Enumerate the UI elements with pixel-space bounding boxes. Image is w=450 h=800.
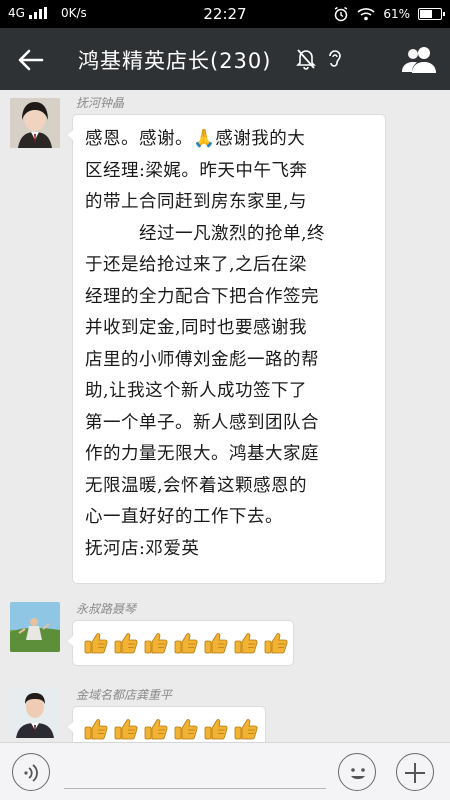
- message-bubble[interactable]: [66, 706, 266, 742]
- message-line: 作的力量无限大。鸿基大家庭: [85, 444, 319, 464]
- sender-name: 永叔路聂琴: [76, 602, 137, 616]
- battery-fill: [420, 10, 433, 18]
- message-input[interactable]: [64, 755, 326, 789]
- message-line: 经理的全力配合下把合作签完: [85, 286, 319, 307]
- thumbs-up-icon: [113, 716, 139, 742]
- avatar[interactable]: [10, 602, 60, 652]
- chat-title: 鸿基精英店长(230): [78, 49, 272, 73]
- battery-icon: [418, 8, 445, 20]
- chat-header: 鸿基精英店长(230): [0, 28, 450, 90]
- message-line: 的带上合同赶到房东家里,与: [85, 192, 308, 212]
- back-arrow-icon[interactable]: [14, 44, 46, 76]
- message-line: 助,让我这个新人成功签下了: [85, 381, 308, 401]
- group-members-icon[interactable]: [402, 44, 436, 74]
- thumbs-up-icon: [113, 630, 139, 656]
- message-line: 并收到定金,同时也要感谢我: [85, 318, 308, 338]
- thumbs-up-icon: [203, 630, 229, 656]
- more-button[interactable]: [396, 753, 434, 791]
- earpiece-icon: [329, 50, 341, 67]
- emoji-icon: [351, 768, 365, 780]
- message-line: 经过一凡激烈的抢单,终: [85, 223, 326, 244]
- alarm-icon: [334, 6, 348, 22]
- sender-name: 抚河钟晶: [76, 96, 125, 110]
- message-line: 第一个单子。新人感到团队合: [85, 412, 319, 433]
- avatar[interactable]: [10, 98, 60, 148]
- message-line: 区经理:梁娓。昨天中午飞奔: [85, 160, 308, 181]
- message-bubble[interactable]: [66, 620, 294, 666]
- thumbs-up-icon: [143, 716, 169, 742]
- thumbs-up-icon: [233, 716, 259, 742]
- thumbs-up-icon: [173, 630, 199, 656]
- thumbs-up-icon: [233, 630, 259, 656]
- voice-button[interactable]: [12, 753, 50, 791]
- thumbs-up-icon: [263, 630, 289, 656]
- thumbs-up-icon: [83, 630, 109, 656]
- emoji-row: [83, 716, 265, 742]
- thumbs-up-icon: [173, 716, 199, 742]
- plus-icon: [405, 763, 425, 783]
- message-text: 感恩。感谢。🙏感谢我的大 区经理:梁娓。昨天中午飞奔 的带上合同赶到房东家里,与 经…: [85, 124, 385, 565]
- message-line: 于还是给抢过来了,之后在梁: [85, 255, 308, 275]
- message-line: 店里的小师傅刘金彪一路的帮: [85, 349, 319, 370]
- message-line: 抚河店:邓爱英: [85, 538, 200, 559]
- mute-bell-icon: [296, 49, 316, 70]
- wifi-icon: [357, 8, 375, 21]
- message-bubble[interactable]: 感恩。感谢。🙏感谢我的大 区经理:梁娓。昨天中午飞奔 的带上合同赶到房东家里,与 经…: [66, 114, 386, 584]
- emoji-row: [83, 630, 293, 656]
- battery-percent: 61%: [383, 7, 410, 21]
- thumbs-up-icon: [203, 716, 229, 742]
- avatar[interactable]: [10, 688, 60, 738]
- sender-name: 金域名都店龚重平: [76, 688, 173, 702]
- emoji-button[interactable]: [338, 753, 376, 791]
- message-line: 感恩。感谢。🙏感谢我的大: [85, 129, 306, 149]
- input-bar: [0, 742, 450, 800]
- status-bar: 4G 0K/s 22:27 61%: [0, 0, 450, 28]
- chat-message-list[interactable]: 抚河钟晶 感恩。感谢。🙏感谢我的大 区经理:梁娓。昨天中午飞奔 的带上合同赶到房东家…: [0, 90, 450, 742]
- voice-icon: [24, 764, 38, 782]
- thumbs-up-icon: [143, 630, 169, 656]
- message-line: 心一直好好的工作下去。: [85, 507, 283, 527]
- thumbs-up-icon: [83, 716, 109, 742]
- message-line: 无限温暖,会怀着这颗感恩的: [85, 475, 308, 496]
